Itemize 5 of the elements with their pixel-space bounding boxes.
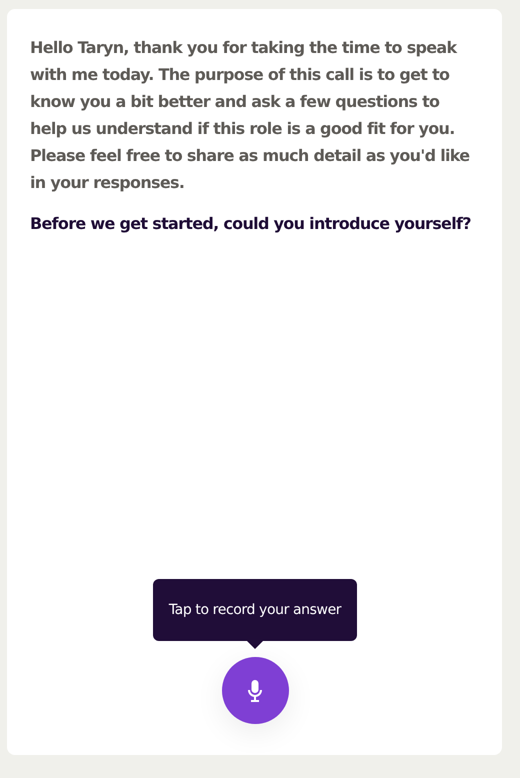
tooltip: Tap to record your answer — [152, 579, 358, 641]
microphone-icon — [248, 680, 262, 702]
tooltip-pointer — [247, 641, 263, 649]
intro-text: Hello Taryn, thank you for taking the time to speak with me today. The purpose of this call is to get to know you a bit better and ask a few questions to help us understand if this role is a good fit for you. Please feel free to share as much detail as you'd like in your responses. — [30, 37, 470, 194]
question-text: Before we get started, could you introduce yourself? — [30, 213, 472, 235]
